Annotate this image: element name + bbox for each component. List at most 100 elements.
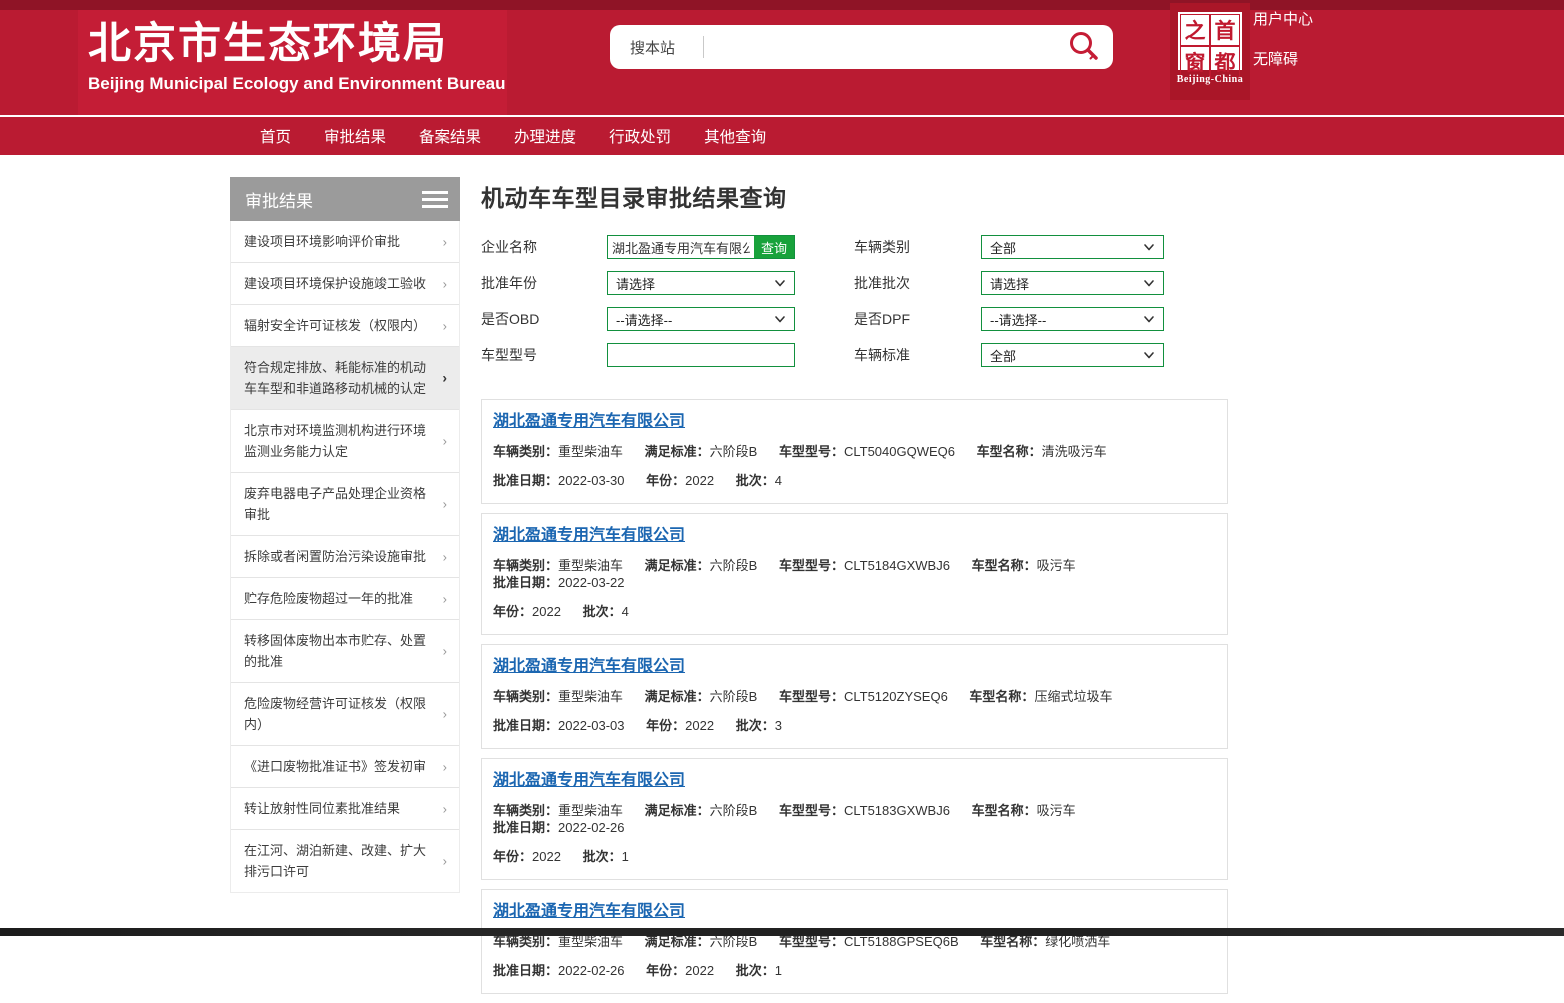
content-area: 审批结果 建设项目环境影响评价审批 › 建设项目环境保护设施竣工验收 › 辐射安…: [230, 177, 1228, 1003]
sidebar-item-9[interactable]: 危险废物经营许可证核发（权限内） ›: [231, 683, 459, 746]
hamburger-menu-icon[interactable]: [422, 191, 448, 208]
result-field: 车型型号：CLT5184GXWBJ6: [779, 558, 950, 573]
sidebar-item-4[interactable]: 北京市对环境监测机构进行环境监测业务能力认定 ›: [231, 410, 459, 473]
company-name-input-group: 查询: [607, 235, 795, 259]
result-field: 车型名称：吸污车: [972, 803, 1076, 818]
search-icon[interactable]: [1065, 28, 1103, 66]
form-row-3: 车型型号 车辆标准 全部: [481, 343, 1228, 367]
page-title: 机动车车型目录审批结果查询: [481, 179, 1228, 213]
approval-batch-select[interactable]: 请选择: [981, 271, 1164, 295]
nav-item-4[interactable]: 行政处罚: [609, 125, 671, 147]
vehicle-category-label: 车辆类别: [854, 237, 981, 257]
sidebar-item-10[interactable]: 《进口废物批准证书》签发初审 ›: [231, 746, 459, 788]
chevron-right-icon: ›: [443, 315, 447, 336]
search-query-button[interactable]: 查询: [754, 236, 794, 258]
search-input[interactable]: [712, 32, 1057, 62]
result-field: 年份：2022: [493, 604, 561, 619]
company-name-input[interactable]: [608, 236, 754, 258]
result-detail-line: 年份：2022 批次：4: [493, 603, 1215, 620]
chevron-right-icon: ›: [443, 231, 447, 252]
sidebar-item-11[interactable]: 转让放射性同位素批准结果 ›: [231, 788, 459, 830]
chevron-right-icon: ›: [443, 704, 447, 725]
sidebar-item-8[interactable]: 转移固体废物出本市贮存、处置的批准 ›: [231, 620, 459, 683]
approval-year-select[interactable]: 请选择: [607, 271, 795, 295]
result-field: 车辆类别：重型柴油车: [493, 689, 623, 704]
result-detail-line: 批准日期：2022-03-30 年份：2022 批次：4: [493, 472, 1215, 489]
result-field: 车型名称：清洗吸污车: [977, 444, 1107, 459]
sidebar: 审批结果 建设项目环境影响评价审批 › 建设项目环境保护设施竣工验收 › 辐射安…: [230, 177, 460, 1003]
query-form: 企业名称 查询 车辆类别 全部 批准年份 请选择 批准批次 请选择 是否OBD …: [481, 235, 1228, 367]
model-number-label: 车型型号: [481, 345, 607, 365]
sidebar-item-0[interactable]: 建设项目环境影响评价审批 ›: [231, 221, 459, 263]
result-field: 批准日期：2022-03-03: [493, 718, 625, 733]
result-field: 年份：2022: [646, 718, 714, 733]
result-company-link[interactable]: 湖北盈通专用汽车有限公司: [493, 902, 685, 921]
nav-item-1[interactable]: 审批结果: [324, 125, 386, 147]
result-company-link[interactable]: 湖北盈通专用汽车有限公司: [493, 657, 685, 676]
result-card-0: 湖北盈通专用汽车有限公司 车辆类别：重型柴油车 满足标准：六阶段B 车型型号：C…: [481, 399, 1228, 504]
site-search-bar: 搜本站: [610, 25, 1113, 69]
result-field: 批次：1: [736, 963, 782, 978]
result-field: 批准日期：2022-03-30: [493, 473, 625, 488]
chevron-right-icon: ›: [443, 588, 447, 609]
chevron-down-icon: [1143, 241, 1155, 253]
chevron-right-icon: ›: [443, 641, 447, 662]
sidebar-item-12[interactable]: 在江河、湖泊新建、改建、扩大排污口许可 ›: [231, 830, 459, 892]
chevron-down-icon: [1143, 277, 1155, 289]
result-field: 车型型号：CLT5188GPSEQ6B: [779, 934, 959, 949]
sidebar-item-7[interactable]: 贮存危险废物超过一年的批准 ›: [231, 578, 459, 620]
search-scope-label: 搜本站: [630, 37, 675, 58]
result-field: 车辆类别：重型柴油车: [493, 444, 623, 459]
chevron-right-icon: ›: [443, 431, 447, 452]
result-company-link[interactable]: 湖北盈通专用汽车有限公司: [493, 412, 685, 431]
user-center-link[interactable]: 用户中心: [1253, 8, 1313, 29]
nav-item-3[interactable]: 办理进度: [514, 125, 576, 147]
accessibility-link[interactable]: 无障碍: [1253, 48, 1313, 69]
result-company-link[interactable]: 湖北盈通专用汽车有限公司: [493, 771, 685, 790]
chevron-right-icon: ›: [443, 494, 447, 515]
chevron-down-icon: [774, 277, 786, 289]
result-field: 满足标准：六阶段B: [645, 934, 758, 949]
chevron-right-icon: ›: [443, 756, 447, 777]
sidebar-item-1[interactable]: 建设项目环境保护设施竣工验收 ›: [231, 263, 459, 305]
approval-batch-label: 批准批次: [854, 273, 981, 293]
chevron-down-icon: [774, 313, 786, 325]
vehicle-category-select[interactable]: 全部: [981, 235, 1164, 259]
chevron-down-icon: [1143, 349, 1155, 361]
capital-window-logo[interactable]: 之 首 窗 都 Beijing-China: [1170, 3, 1250, 100]
result-company-link[interactable]: 湖北盈通专用汽车有限公司: [493, 526, 685, 545]
nav-item-5[interactable]: 其他查询: [704, 125, 766, 147]
footer-band: [0, 928, 1564, 936]
form-row-2: 是否OBD --请选择-- 是否DPF --请选择--: [481, 307, 1228, 331]
result-field: 车型名称：绿化喷洒车: [980, 934, 1110, 949]
sidebar-item-6[interactable]: 拆除或者闲置防治污染设施审批 ›: [231, 536, 459, 578]
site-header: 北京市生态环境局 Beijing Municipal Ecology and E…: [0, 10, 1564, 115]
chevron-right-icon: ›: [443, 851, 447, 872]
dpf-select[interactable]: --请选择--: [981, 307, 1164, 331]
sidebar-item-5[interactable]: 废弃电器电子产品处理企业资格审批 ›: [231, 473, 459, 536]
result-field: 车型名称：压缩式垃圾车: [969, 689, 1112, 704]
sidebar-item-2[interactable]: 辐射安全许可证核发（权限内） ›: [231, 305, 459, 347]
vehicle-standard-select[interactable]: 全部: [981, 343, 1164, 367]
result-detail-line: 车辆类别：重型柴油车 满足标准：六阶段B 车型型号：CLT5120ZYSEQ6 …: [493, 688, 1215, 705]
vehicle-standard-label: 车辆标准: [854, 345, 981, 365]
obd-select[interactable]: --请选择--: [607, 307, 795, 331]
result-detail-line: 年份：2022 批次：1: [493, 848, 1215, 865]
chevron-right-icon: ›: [443, 798, 447, 819]
header-links: 用户中心 无障碍: [1253, 8, 1313, 69]
site-title-box: 北京市生态环境局 Beijing Municipal Ecology and E…: [78, 10, 507, 115]
obd-label: 是否OBD: [481, 309, 607, 329]
company-name-label: 企业名称: [481, 237, 607, 257]
model-number-input[interactable]: [607, 343, 795, 367]
result-detail-line: 车辆类别：重型柴油车 满足标准：六阶段B 车型型号：CLT5183GXWBJ6 …: [493, 802, 1215, 836]
result-field: 满足标准：六阶段B: [645, 444, 758, 459]
result-field: 满足标准：六阶段B: [645, 689, 758, 704]
sidebar-item-3[interactable]: 符合规定排放、耗能标准的机动车车型和非道路移动机械的认定 ›: [231, 347, 459, 410]
result-field: 批次：4: [583, 604, 629, 619]
nav-item-2[interactable]: 备案结果: [419, 125, 481, 147]
result-detail-line: 车辆类别：重型柴油车 满足标准：六阶段B 车型型号：CLT5040GQWEQ6 …: [493, 443, 1215, 460]
result-field: 车型型号：CLT5120ZYSEQ6: [779, 689, 948, 704]
nav-item-0[interactable]: 首页: [260, 125, 291, 147]
result-field: 批次：1: [583, 849, 629, 864]
result-field: 批准日期：2022-02-26: [493, 820, 625, 835]
